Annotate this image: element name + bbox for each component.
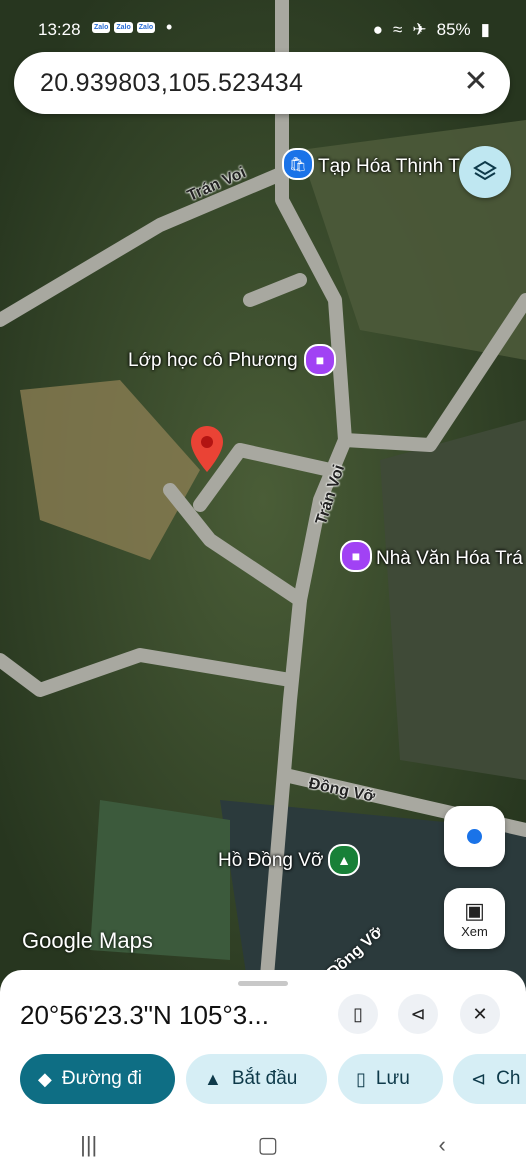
community-hall-icon[interactable]: ■ — [340, 540, 372, 572]
layers-icon — [473, 160, 497, 181]
battery-icon: ▮ — [480, 20, 490, 39]
share-button[interactable]: ⊲ — [398, 994, 438, 1034]
notification-dot-icon: • — [166, 17, 173, 37]
zalo-icon: Zalo — [136, 22, 156, 33]
status-bar: 13:28 Zalo Zalo Zalo • ● ≈ ✈ 85% ▮ — [0, 0, 526, 60]
save-button[interactable]: ▯ Lưu — [338, 1054, 443, 1104]
close-icon: ✕ — [472, 1003, 488, 1024]
place-label-tap-hoa[interactable]: Tạp Hóa Thịnh T — [318, 156, 460, 178]
save-label: Lưu — [375, 1068, 410, 1089]
home-icon[interactable]: ▢ — [258, 1132, 279, 1158]
shopping-bag-icon[interactable]: 🛍 — [282, 148, 314, 180]
close-sheet-button[interactable]: ✕ — [460, 994, 500, 1034]
share-icon: ⊲ — [471, 1068, 487, 1089]
bookmark-icon: ▯ — [353, 1003, 363, 1024]
bookmark-icon: ▯ — [356, 1068, 366, 1089]
back-icon[interactable]: ‹ — [439, 1132, 446, 1158]
scan-label: Xem — [461, 924, 488, 939]
airplane-icon: ✈ — [412, 20, 427, 39]
location-pin-icon[interactable] — [191, 426, 223, 472]
status-time: 13:28 — [38, 20, 81, 39]
place-label-nha-van-hoa[interactable]: Nhà Văn Hóa Trá — [376, 548, 523, 570]
directions-icon: ◆ — [38, 1068, 52, 1089]
directions-button[interactable]: ◆ Đường đi — [20, 1054, 175, 1104]
share-label: Ch — [496, 1068, 521, 1089]
search-bar[interactable]: 20.939803,105.523434 ✕ — [14, 52, 510, 114]
tree-icon[interactable]: ▲ — [328, 844, 360, 876]
start-button[interactable]: ▲ Bắt đầu — [186, 1054, 327, 1104]
layers-button[interactable] — [459, 146, 511, 198]
search-query[interactable]: 20.939803,105.523434 — [40, 69, 303, 98]
wifi-icon: ≈ — [393, 20, 403, 39]
share-chip-button[interactable]: ⊲ Ch — [453, 1054, 526, 1104]
lens-scan-button[interactable]: ▣ Xem — [444, 888, 505, 949]
notification-icons: Zalo Zalo Zalo — [92, 22, 156, 33]
share-icon: ⊲ — [410, 1003, 426, 1024]
coordinates-title: 20°56'23.3"N 105°3... — [20, 1000, 269, 1030]
zalo-icon: Zalo — [114, 22, 133, 33]
place-label-ho-dong-vo[interactable]: Hồ Đồng Vỡ — [218, 850, 323, 872]
place-label-lop-hoc[interactable]: Lớp học cô Phương — [128, 350, 298, 372]
battery-level: 85% — [436, 20, 471, 39]
my-location-button[interactable] — [444, 806, 505, 867]
system-nav-bar: ||| ▢ ‹ — [0, 1120, 526, 1170]
bookmark-button[interactable]: ▯ — [338, 994, 378, 1034]
school-icon[interactable]: ■ — [304, 344, 336, 376]
scan-icon: ▣ — [464, 898, 485, 923]
status-right: ● ≈ ✈ 85% ▮ — [373, 20, 490, 40]
recents-icon[interactable]: ||| — [80, 1132, 97, 1158]
google-maps-watermark: Google Maps — [22, 928, 153, 953]
close-icon[interactable]: ✕ — [460, 66, 492, 98]
location-icon: ● — [372, 20, 384, 39]
directions-label: Đường đi — [61, 1068, 142, 1089]
zalo-icon: Zalo — [92, 22, 111, 33]
drag-handle[interactable] — [238, 981, 288, 986]
navigation-arrow-icon: ▲ — [204, 1068, 222, 1089]
action-chips: ◆ Đường đi ▲ Bắt đầu ▯ Lưu ⊲ Ch — [20, 1054, 526, 1106]
start-label: Bắt đầu — [231, 1068, 298, 1089]
